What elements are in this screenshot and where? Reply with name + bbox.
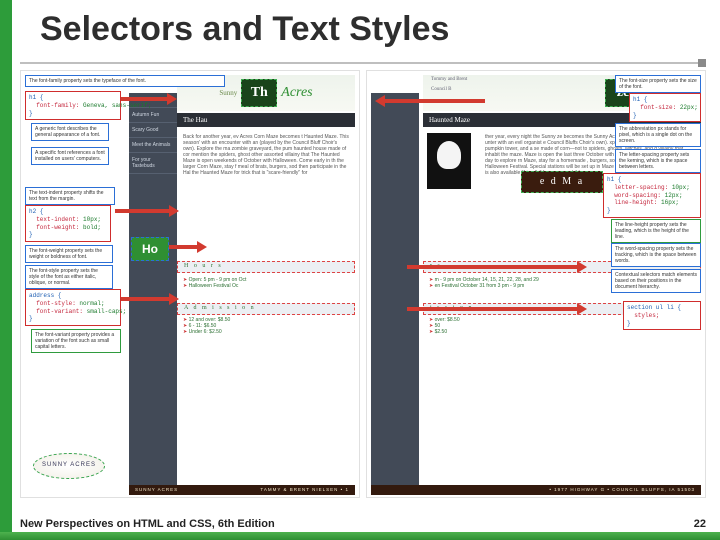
sunny-acres-stamp: SUNNY ACRES [33,453,105,479]
hours-heading: H o u r s [177,261,355,273]
callout-letter-spacing: The letter-spacing property sets the ker… [615,149,701,173]
code-h1-font-size: h1 { font-size: 22px; } [629,93,701,122]
code-h1-font-family: h1 { font-family: Geneva, sans-serif; } [25,91,121,120]
callout-font-weight: The font-weight property sets the weight… [25,245,113,263]
article-body: Back for another year, ev Acres Corn Maz… [177,131,355,209]
masthead-tag: Sunny [219,89,237,97]
figure-left-page: HOME Autumn Fun Scary Good Meet the Anim… [20,70,360,498]
ghost-photo [427,133,471,189]
footer-book-title: New Perspectives on HTML and CSS, 6th Ed… [20,518,275,530]
callout-px-abbrev: The abbreviation px stands for pixel, wh… [615,123,701,147]
title-underline [20,62,706,64]
hours-list: Open: 5 pm - 9 pm on Oct Halloween Festi… [183,277,355,289]
footer-credits: • 1977 HIGHWAY G • COUNCIL BLUFFS, IA 51… [549,487,695,492]
callout-font-size: The font-size property sets the size of … [615,75,701,93]
footer-credits: TAMMY & BRENT NIELSEN • 1 [260,487,349,492]
nav-item: Meet the Animals [129,138,177,153]
figure-right-page: Tommy and Brent Council B ze Haunted Maz… [366,70,706,498]
list-item: Halloween Festival Oc [183,283,355,289]
slide-accent-bar [0,0,12,540]
site-footer-strip: SUNNY ACRES TAMMY & BRENT NIELSEN • 1 [129,485,355,495]
admission-list: 12 and over: $8.50 6 - 11: $6.50 Under 6… [183,317,355,335]
masthead-initial: Th [241,79,277,107]
code-h2-indent-weight: h2 { text-indent: 10px; font-weight: bol… [25,205,111,242]
footer-page-number: 22 [694,518,706,530]
footer-brand: SUNNY ACRES [135,487,178,492]
callout-font-variant: The font-variant property provides a var… [31,329,121,353]
nav-item: For your Tastebuds [129,153,177,174]
admission-heading: A d m i s s i o n [177,303,355,315]
ho-callout-chip: Ho [131,237,169,261]
site-nav-sidebar [371,93,419,493]
callout-text-indent: The text-indent property shifts the text… [25,187,115,205]
callout-font-family: The font-family property sets the typefa… [25,75,225,87]
nav-item: Autumn Fun [129,108,177,123]
masthead-brand: Acres [281,85,312,102]
callout-generic-font: A generic font describes the general app… [31,123,109,141]
callout-specific-font: A specific font references a font instal… [31,147,109,165]
callout-font-style: The font-style property sets the style o… [25,265,113,289]
code-h1-spacing: h1 { letter-spacing: 10px; word-spacing:… [603,173,701,218]
kerning-sample: e d M a [521,171,603,193]
slide-footer: New Perspectives on HTML and CSS, 6th Ed… [20,518,706,530]
code-contextual-selector: section ul li { styles; } [623,301,701,330]
list-item: Under 6: $2.50 [183,329,355,335]
callout-word-spacing: The word-spacing property sets the track… [611,243,701,267]
article-headline: The Hau [177,113,355,127]
site-footer-strip: • 1977 HIGHWAY G • COUNCIL BLUFFS, IA 51… [371,485,701,495]
masthead-top: Tommy and Brent [431,77,467,83]
slide-title: Selectors and Text Styles [40,10,449,49]
callout-line-height: The line-height property sets the leadin… [611,219,701,243]
figure-content: HOME Autumn Fun Scary Good Meet the Anim… [20,70,706,498]
nav-item: Scary Good [129,123,177,138]
masthead-mid: Council B [431,87,451,93]
callout-contextual-selectors: Contextual selectors match elements base… [611,269,701,293]
code-address-style-variant: address { font-style: normal; font-varia… [25,289,121,326]
slide-bottom-accent [0,532,720,540]
